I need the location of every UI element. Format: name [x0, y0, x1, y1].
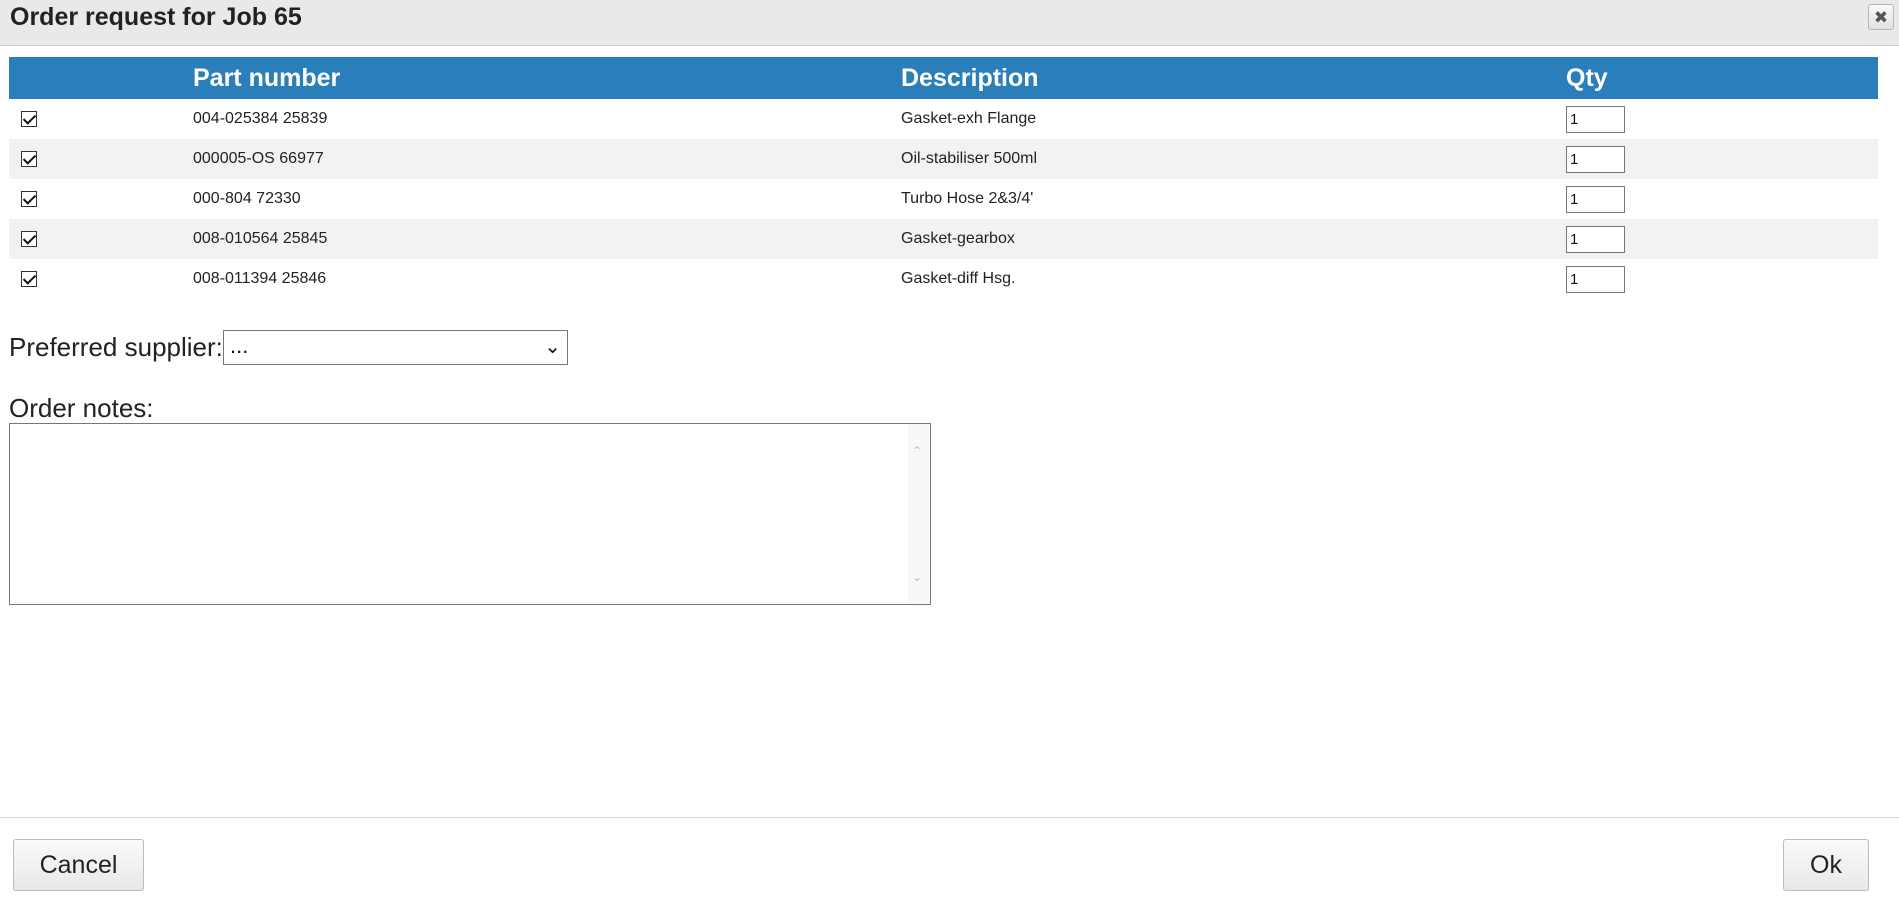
row-select-cell — [9, 259, 193, 299]
qty-cell — [1566, 99, 1878, 139]
row-checkbox[interactable] — [21, 150, 37, 167]
row-checkbox[interactable] — [21, 270, 37, 287]
column-header-description: Description — [901, 57, 1566, 99]
row-checkbox[interactable] — [21, 230, 37, 247]
description-cell: Gasket-diff Hsg. — [901, 270, 1016, 287]
table-header-row: Part number Description Qty — [9, 57, 1878, 99]
qty-cell — [1566, 139, 1878, 179]
preferred-supplier-select[interactable]: ... ⌄ — [223, 330, 568, 365]
column-header-part-number: Part number — [193, 57, 901, 99]
notes-scrollbar[interactable]: ⌃ ⌄ — [908, 424, 930, 604]
row-select-cell — [9, 139, 193, 179]
part-number-cell: 000-804 72330 — [193, 190, 301, 207]
ok-button[interactable]: Ok — [1783, 839, 1869, 891]
order-notes-textarea[interactable]: ⌃ ⌄ — [9, 423, 931, 605]
dialog-title: Order request for Job 65 — [10, 3, 302, 31]
preferred-supplier-value: ... — [230, 333, 249, 358]
part-number-cell: 000005-OS 66977 — [193, 139, 901, 179]
qty-cell — [1566, 179, 1878, 219]
table-row: 008-011394 25846 Gasket-diff Hsg. — [9, 259, 1878, 299]
qty-cell — [1566, 259, 1878, 299]
row-select-cell — [9, 219, 193, 259]
row-select-cell — [9, 99, 193, 139]
description-cell: Gasket-gearbox — [901, 219, 1566, 259]
order-request-dialog: Order request for Job 65 ✖ Part number D… — [0, 0, 1899, 900]
preferred-supplier-label: Preferred supplier: — [9, 332, 223, 362]
dialog-footer: Cancel Ok — [0, 817, 1899, 900]
cancel-button[interactable]: Cancel — [13, 839, 144, 891]
column-header-qty: Qty — [1566, 57, 1878, 99]
parts-table: Part number Description Qty 004-025384 2… — [9, 57, 1878, 299]
part-number-cell: 008-011394 25846 — [193, 270, 327, 287]
qty-input[interactable] — [1566, 265, 1625, 293]
description-cell: Oil-stabiliser 500ml — [901, 139, 1566, 179]
scroll-up-icon[interactable]: ⌃ — [912, 444, 922, 458]
table-row: 000005-OS 66977 Oil-stabiliser 500ml — [9, 139, 1878, 179]
chevron-down-icon: ⌄ — [544, 336, 561, 358]
table-row: 008-010564 25845 Gasket-gearbox — [9, 219, 1878, 259]
order-notes-label: Order notes: — [9, 393, 154, 423]
scroll-down-icon[interactable]: ⌄ — [912, 570, 922, 584]
part-number-cell: 008-010564 25845 — [193, 219, 901, 259]
part-number-cell: 004-025384 25839 — [193, 110, 328, 127]
qty-input[interactable] — [1566, 145, 1625, 173]
description-cell: Turbo Hose 2&3/4' — [901, 190, 1034, 207]
column-header-select — [9, 57, 193, 99]
close-icon: ✖ — [1873, 7, 1889, 27]
row-checkbox[interactable] — [21, 190, 37, 207]
row-checkbox[interactable] — [21, 110, 37, 127]
qty-input[interactable] — [1566, 225, 1625, 253]
qty-cell — [1566, 219, 1878, 259]
qty-input[interactable] — [1566, 185, 1625, 213]
close-button[interactable]: ✖ — [1868, 4, 1894, 30]
row-select-cell — [9, 179, 193, 219]
dialog-titlebar: Order request for Job 65 ✖ — [0, 0, 1899, 46]
table-row: 000-804 72330 Turbo Hose 2&3/4' — [9, 179, 1878, 219]
table-row: 004-025384 25839 Gasket-exh Flange — [9, 99, 1878, 139]
qty-input[interactable] — [1566, 105, 1625, 133]
description-cell: Gasket-exh Flange — [901, 110, 1037, 127]
